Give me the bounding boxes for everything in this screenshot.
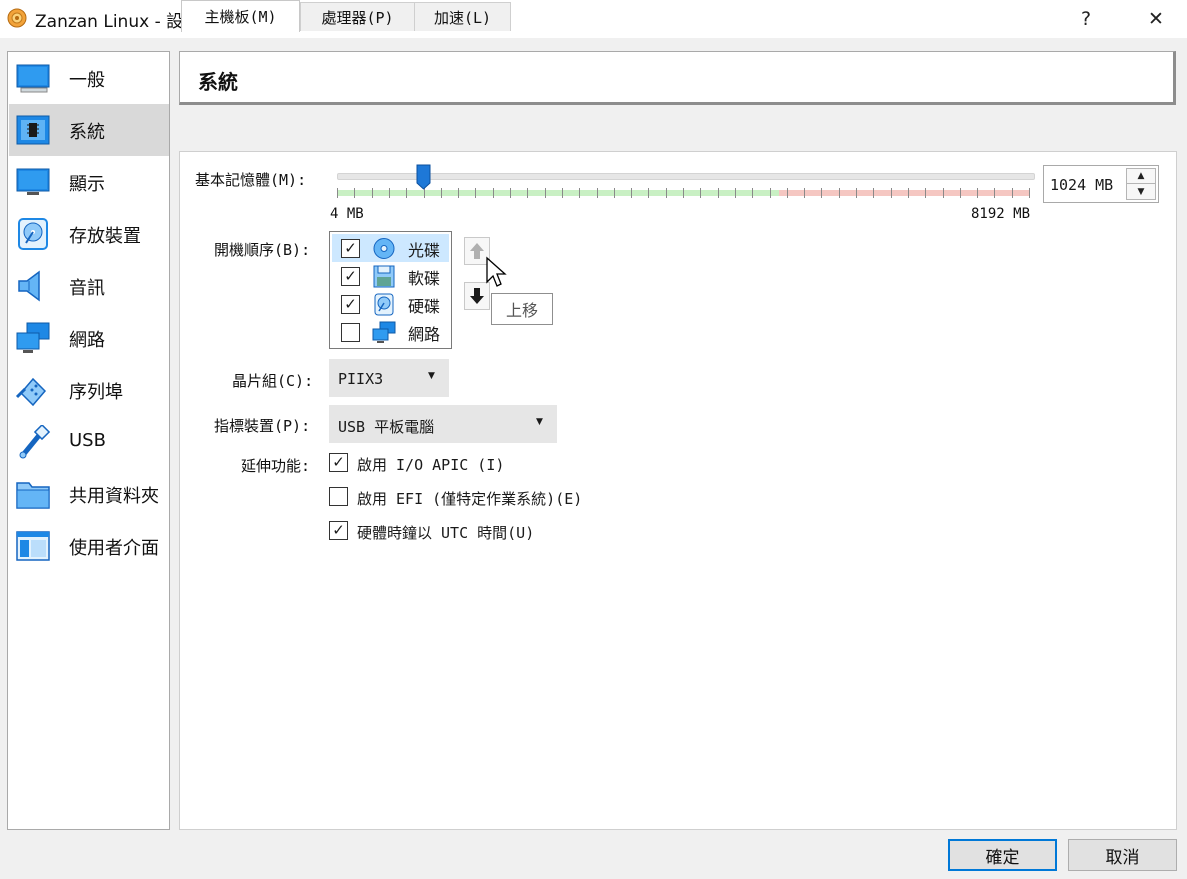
ok-button[interactable]: 確定 [948, 839, 1057, 871]
general-icon [16, 64, 50, 93]
io-apic-label: 啟用 I/O APIC (I) [357, 456, 505, 474]
memory-max-label: 8192 MB [971, 206, 1031, 222]
boot-order-list: ✓ 光碟 ✓ 軟碟 ✓ 硬碟 網路 [329, 231, 452, 349]
memory-slider-handle[interactable] [416, 164, 431, 190]
check-mark-icon: ✓ [344, 295, 357, 313]
chipset-value: PIIX3 [338, 370, 384, 388]
network-icon [16, 322, 50, 353]
efi-label: 啟用 EFI (僅特定作業系統)(E) [357, 490, 583, 508]
section-header: 系統 [179, 51, 1176, 105]
page-title: 系統 [198, 70, 238, 94]
network-icon [372, 321, 396, 343]
chipset-label: 晶片組(C): [232, 372, 314, 390]
pointing-device-label: 指標裝置(P): [214, 417, 311, 435]
check-mark-icon: ✓ [332, 521, 345, 539]
chevron-down-icon: ▼ [536, 417, 543, 427]
sidebar-item-serial-port[interactable]: 序列埠 [9, 364, 169, 416]
close-button[interactable]: ✕ [1133, 0, 1179, 38]
boot-item-label: 硬碟 [408, 297, 441, 316]
memory-slider-track[interactable] [337, 173, 1035, 180]
boot-item-floppy[interactable]: ✓ 軟碟 [332, 262, 449, 290]
help-button[interactable]: ? [1063, 0, 1109, 38]
boot-item-label: 軟碟 [408, 269, 441, 288]
sidebar-item-label: 網路 [69, 330, 105, 351]
check-mark-icon: ✓ [344, 267, 357, 285]
chevron-down-icon: ▼ [428, 371, 435, 381]
arrow-up-icon [470, 243, 484, 259]
sidebar-item-general[interactable]: 一般 [9, 52, 169, 104]
mouse-pointer-icon [486, 256, 507, 287]
sidebar-item-network[interactable]: 網路 [9, 312, 169, 364]
sidebar-item-label: 音訊 [69, 278, 105, 299]
sidebar-item-label: 使用者介面 [69, 538, 159, 559]
boot-item-label: 光碟 [408, 241, 441, 260]
extended-features-label: 延伸功能: [241, 457, 311, 475]
sidebar-item-label: 顯示 [69, 174, 105, 195]
sidebar-item-label: 序列埠 [69, 382, 123, 403]
hard-disk-icon [374, 293, 394, 316]
move-up-tooltip: 上移 [491, 293, 553, 325]
pointing-device-value: USB 平板電腦 [338, 418, 435, 436]
usb-icon [19, 425, 51, 459]
sidebar-item-user-interface[interactable]: 使用者介面 [9, 520, 169, 572]
efi-checkbox[interactable] [329, 487, 348, 506]
sidebar-item-display[interactable]: 顯示 [9, 156, 169, 208]
boot-item-network[interactable]: 網路 [332, 318, 449, 346]
sidebar-item-label: USB [69, 430, 106, 451]
spin-up-arrow-icon[interactable]: ▲ [1127, 169, 1155, 184]
shared-folder-icon [16, 482, 50, 509]
tab-processor[interactable]: 處理器(P) [300, 2, 415, 31]
boot-item-hard-disk[interactable]: ✓ 硬碟 [332, 290, 449, 318]
sidebar-item-label: 共用資料夾 [69, 486, 159, 507]
memory-spinbox[interactable]: 1024 MB ▲ ▼ [1043, 165, 1159, 203]
title-bar: Zanzan Linux - 設定 ? ✕ [0, 0, 1187, 38]
floppy-icon [373, 265, 395, 288]
storage-icon [18, 218, 48, 250]
boot-item-checkbox[interactable] [341, 323, 360, 342]
utc-clock-label: 硬體時鐘以 UTC 時間(U) [357, 524, 535, 542]
display-icon [16, 168, 50, 195]
audio-icon [18, 270, 40, 302]
cancel-button[interactable]: 取消 [1068, 839, 1177, 871]
boot-item-label: 網路 [408, 325, 441, 344]
pointing-device-select[interactable]: USB 平板電腦 ▼ [329, 405, 557, 443]
check-mark-icon: ✓ [332, 453, 345, 471]
virtualbox-app-icon [7, 8, 27, 28]
sidebar-item-system[interactable]: 系統 [9, 104, 169, 156]
chipset-select[interactable]: PIIX3 ▼ [329, 359, 449, 397]
boot-item-checkbox[interactable]: ✓ [341, 267, 360, 286]
check-mark-icon: ✓ [344, 239, 357, 257]
window-title: Zanzan Linux - 設定 [35, 12, 201, 32]
sidebar-item-audio[interactable]: 音訊 [9, 260, 169, 312]
memory-min-label: 4 MB [330, 206, 364, 222]
boot-item-optical[interactable]: ✓ 光碟 [332, 234, 449, 262]
serial-port-icon [15, 377, 47, 407]
system-icon [16, 115, 50, 145]
user-interface-icon [16, 531, 50, 561]
boot-item-checkbox[interactable]: ✓ [341, 239, 360, 258]
boot-item-checkbox[interactable]: ✓ [341, 295, 360, 314]
memory-value-field[interactable]: 1024 MB [1050, 176, 1113, 194]
io-apic-checkbox[interactable]: ✓ [329, 453, 348, 472]
arrow-down-icon [470, 288, 484, 304]
utc-clock-checkbox[interactable]: ✓ [329, 521, 348, 540]
sidebar-item-label: 存放裝置 [69, 226, 141, 247]
sidebar-item-label: 系統 [69, 122, 105, 143]
sidebar-item-usb[interactable]: USB [9, 416, 169, 468]
spin-down-arrow-icon[interactable]: ▼ [1127, 184, 1155, 199]
settings-sidebar: 一般 系統 顯示 存放裝置 音訊 網路 序列埠 USB 共用資料夾 使用者介面 [7, 51, 170, 830]
sidebar-item-storage[interactable]: 存放裝置 [9, 208, 169, 260]
optical-disc-icon [373, 238, 395, 259]
sidebar-item-shared-folders[interactable]: 共用資料夾 [9, 468, 169, 520]
sidebar-item-label: 一般 [69, 70, 105, 91]
base-memory-label: 基本記憶體(M): [195, 171, 307, 189]
tab-acceleration[interactable]: 加速(L) [414, 2, 511, 31]
memory-spin-buttons: ▲ ▼ [1126, 168, 1156, 200]
tab-motherboard[interactable]: 主機板(M) [181, 0, 300, 32]
memory-scale-ticks [337, 188, 1030, 198]
boot-order-label: 開機順序(B): [214, 241, 311, 259]
